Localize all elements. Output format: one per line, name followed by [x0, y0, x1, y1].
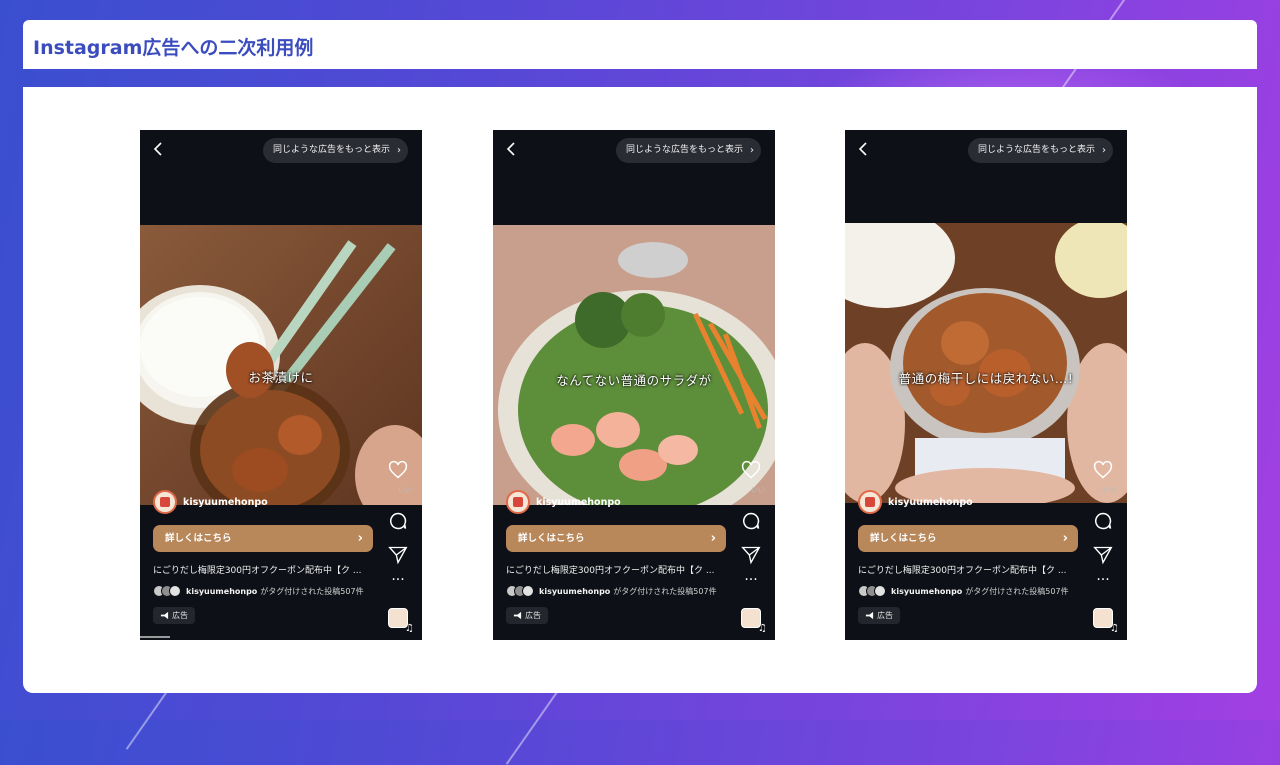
- tagged-avatars: [506, 585, 536, 597]
- chevron-left-icon[interactable]: [857, 142, 869, 156]
- account-avatar[interactable]: [506, 490, 530, 514]
- account-name[interactable]: kisyuumehonpo: [183, 497, 268, 508]
- comment-icon[interactable]: [388, 511, 408, 531]
- more-icon[interactable]: ···: [388, 573, 408, 593]
- slide-header: Instagram広告への二次利用例: [23, 20, 1257, 69]
- more-similar-ads-button[interactable]: 同じような広告をもっと表示 ›: [967, 138, 1113, 163]
- sponsored-label: 広告: [172, 611, 188, 620]
- tagged-posts[interactable]: kisyuumehonpo がタグ付けされた投稿507件: [858, 585, 1069, 597]
- ad-description[interactable]: にごりだし梅限定300円オフクーポン配布中【ク ...: [153, 563, 373, 576]
- tagged-suffix: がタグ付けされた投稿507件: [965, 586, 1069, 596]
- more-similar-ads-label: 同じような広告をもっと表示: [272, 145, 390, 155]
- tagged-posts[interactable]: kisyuumehonpo がタグ付けされた投稿507件: [153, 585, 364, 597]
- ad-description[interactable]: にごりだし梅限定300円オフクーポン配布中【ク ...: [858, 563, 1078, 576]
- instagram-ad-phone: 同じような広告をもっと表示 › 普通の梅干しには戻れない…! いいね kisyu…: [845, 130, 1127, 640]
- account-name[interactable]: kisyuumehonpo: [888, 497, 973, 508]
- more-similar-ads-button[interactable]: 同じような広告をもっと表示 ›: [615, 138, 761, 163]
- account-name[interactable]: kisyuumehonpo: [536, 497, 621, 508]
- account-avatar[interactable]: [858, 490, 882, 514]
- chevron-left-icon[interactable]: [152, 142, 164, 156]
- heart-icon[interactable]: [388, 460, 408, 480]
- learn-more-button[interactable]: 詳しくはこちら ›: [506, 525, 726, 552]
- likes-label: いい: [751, 486, 765, 494]
- tagged-avatars: [858, 585, 888, 597]
- send-icon[interactable]: [741, 545, 761, 565]
- learn-more-label: 詳しくはこちら: [518, 533, 585, 544]
- learn-more-label: 詳しくはこちら: [870, 533, 937, 544]
- chevron-right-icon: ›: [1062, 531, 1068, 546]
- likes-label: いい: [398, 486, 412, 494]
- video-caption: お茶漬けに: [248, 370, 314, 385]
- tagged-posts[interactable]: kisyuumehonpo がタグ付けされた投稿507件: [506, 585, 717, 597]
- slide-title: Instagram広告への二次利用例: [33, 37, 314, 59]
- instagram-ad-phone: 同じような広告をもっと表示 › なんてない普通のサラダが いい kisyuume…: [493, 130, 775, 640]
- learn-more-button[interactable]: 詳しくはこちら ›: [153, 525, 373, 552]
- video-caption: なんてない普通のサラダが: [556, 373, 712, 388]
- sponsored-badge: 広告: [506, 607, 548, 624]
- chevron-right-icon: ›: [357, 531, 363, 546]
- ad-video[interactable]: 普通の梅干しには戻れない…!: [845, 223, 1127, 503]
- ad-account[interactable]: kisyuumehonpo: [153, 490, 268, 514]
- music-icon[interactable]: [1093, 608, 1119, 634]
- tagged-suffix: がタグ付けされた投稿507件: [613, 586, 717, 596]
- chevron-right-icon: ›: [397, 145, 401, 156]
- send-icon[interactable]: [388, 545, 408, 565]
- video-caption: 普通の梅干しには戻れない…!: [898, 371, 1074, 386]
- chevron-right-icon: ›: [710, 531, 716, 546]
- megaphone-icon: [865, 611, 874, 620]
- learn-more-label: 詳しくはこちら: [165, 533, 232, 544]
- video-progress-bar[interactable]: [140, 636, 170, 638]
- ad-account[interactable]: kisyuumehonpo: [858, 490, 973, 514]
- chevron-left-icon[interactable]: [505, 142, 517, 156]
- music-icon[interactable]: [741, 608, 767, 634]
- sponsored-badge: 広告: [153, 607, 195, 624]
- tagged-avatars: [153, 585, 183, 597]
- ad-video[interactable]: なんてない普通のサラダが: [493, 225, 775, 505]
- tagged-suffix: がタグ付けされた投稿507件: [260, 586, 364, 596]
- more-similar-ads-button[interactable]: 同じような広告をもっと表示 ›: [262, 138, 408, 163]
- sponsored-badge: 広告: [858, 607, 900, 624]
- account-avatar[interactable]: [153, 490, 177, 514]
- sponsored-label: 広告: [525, 611, 541, 620]
- megaphone-icon: [513, 611, 522, 620]
- megaphone-icon: [160, 611, 169, 620]
- tagged-user: kisyuumehonpo: [891, 586, 963, 596]
- music-icon[interactable]: [388, 608, 414, 634]
- send-icon[interactable]: [1093, 545, 1113, 565]
- likes-label: いいね: [1096, 486, 1117, 494]
- comment-icon[interactable]: [1093, 511, 1113, 531]
- ad-description[interactable]: にごりだし梅限定300円オフクーポン配布中【ク ...: [506, 563, 726, 576]
- learn-more-button[interactable]: 詳しくはこちら ›: [858, 525, 1078, 552]
- chevron-right-icon: ›: [1102, 145, 1106, 156]
- more-icon[interactable]: ···: [741, 573, 761, 593]
- more-icon[interactable]: ···: [1093, 573, 1113, 593]
- ad-video[interactable]: お茶漬けに: [140, 225, 422, 505]
- comment-icon[interactable]: [741, 511, 761, 531]
- more-similar-ads-label: 同じような広告をもっと表示: [625, 145, 743, 155]
- more-similar-ads-label: 同じような広告をもっと表示: [977, 145, 1095, 155]
- heart-icon[interactable]: [1093, 460, 1113, 480]
- tagged-user: kisyuumehonpo: [539, 586, 611, 596]
- heart-icon[interactable]: [741, 460, 761, 480]
- ad-account[interactable]: kisyuumehonpo: [506, 490, 621, 514]
- tagged-user: kisyuumehonpo: [186, 586, 258, 596]
- instagram-ad-phone: 同じような広告をもっと表示 › お茶漬けに いい kisyuumehonpo 詳…: [140, 130, 422, 640]
- chevron-right-icon: ›: [750, 145, 754, 156]
- sponsored-label: 広告: [877, 611, 893, 620]
